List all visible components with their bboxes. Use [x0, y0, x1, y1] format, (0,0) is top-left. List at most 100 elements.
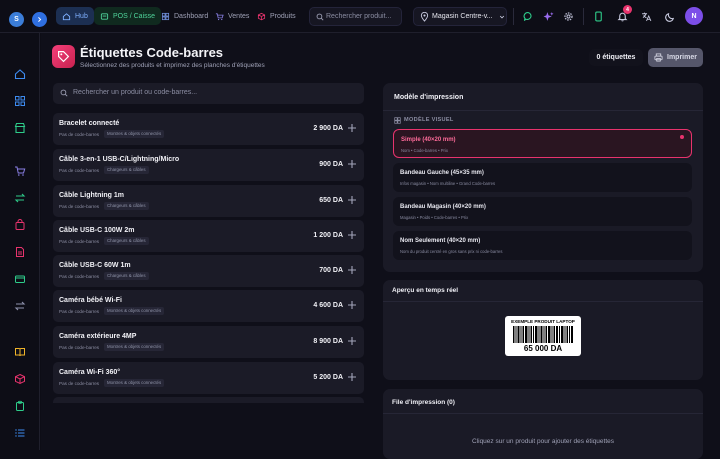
product-row[interactable]: Bracelet connecté Pas de code-barres Mon…	[53, 113, 364, 145]
translate-icon	[641, 12, 651, 21]
nav-hub[interactable]: Hub	[56, 7, 94, 25]
plus-icon[interactable]	[347, 123, 357, 133]
label-preview-name: EXEMPLE PRODUIT LAPTOP	[511, 319, 575, 324]
plus-icon[interactable]	[347, 336, 357, 346]
book-icon	[15, 348, 25, 357]
cart-icon	[15, 166, 26, 176]
product-row[interactable]: Câble Lightning 1m Pas de code-barres Ch…	[53, 185, 364, 217]
nav-dashboard[interactable]: Dashboard	[155, 7, 214, 25]
product-barcode-status: Pas de code-barres	[59, 168, 100, 173]
plus-icon[interactable]	[347, 159, 357, 169]
product-barcode-status: Pas de code-barres	[59, 239, 100, 244]
sidebar-item-list[interactable]	[14, 426, 26, 438]
ai-button[interactable]	[541, 9, 555, 23]
store-icon	[14, 122, 26, 134]
list-icon	[15, 429, 25, 437]
nav-ventes-label: Ventes	[228, 12, 250, 20]
model-option-bandeau-magasin[interactable]: Bandeau Magasin (40×20 mm) Magasin • Poi…	[393, 197, 692, 226]
sidebar-item-payments[interactable]	[14, 272, 26, 284]
device-button[interactable]	[591, 9, 605, 23]
divider	[513, 8, 514, 25]
sidebar-item-store[interactable]	[14, 121, 26, 134]
product-row[interactable]: Câble USB-C 60W 1m Pas de code-barres Ch…	[53, 255, 364, 287]
sidebar-item-purchases[interactable]	[14, 218, 26, 230]
product-row[interactable]: Caméra bébé Wi-Fi Pas de code-barres Mon…	[53, 290, 364, 322]
home-icon	[62, 12, 71, 20]
product-row[interactable]: Caméra Wi-Fi 360° Pas de code-barres Mon…	[53, 362, 364, 394]
global-search-placeholder: Rechercher produit...	[326, 13, 392, 20]
plus-icon[interactable]	[347, 372, 357, 382]
model-option-bandeau-gauche[interactable]: Bandeau Gauche (45×35 mm) Infos magasin …	[393, 163, 692, 192]
page-subtitle: Sélectionnez des produits et imprimez de…	[80, 62, 265, 69]
product-row-partial	[53, 397, 364, 403]
product-price: 650 DA	[319, 197, 343, 204]
barcode-icon	[513, 326, 573, 343]
product-row[interactable]: Câble 3-en-1 USB-C/Lightning/Micro Pas d…	[53, 149, 364, 181]
plus-icon[interactable]	[347, 265, 357, 275]
sidebar-item-dashboard[interactable]	[14, 94, 26, 106]
print-button[interactable]: Imprimer	[648, 48, 703, 67]
sidebar-item-sales[interactable]	[14, 164, 26, 176]
sidebar-item-catalog[interactable]	[14, 345, 26, 357]
sidebar-item-home[interactable]	[14, 67, 26, 80]
box-icon	[257, 12, 266, 20]
label-preview: EXEMPLE PRODUIT LAPTOP 65 000 DA	[505, 316, 581, 356]
chevron-right-icon	[38, 17, 42, 22]
settings-button[interactable]	[561, 9, 575, 23]
queue-divider	[383, 413, 703, 414]
nav-produits[interactable]: Produits	[251, 7, 302, 25]
sidebar-item-transfers[interactable]	[14, 191, 26, 203]
user-avatar-s[interactable]: S	[9, 12, 24, 27]
expand-sidebar-button[interactable]	[32, 12, 47, 27]
global-search-input[interactable]: Rechercher produit...	[309, 7, 402, 26]
plus-icon[interactable]	[347, 230, 357, 240]
product-name: Caméra bébé Wi-Fi	[59, 297, 122, 304]
print-queue-empty-text: Cliquez sur un produit pour ajouter des …	[471, 438, 614, 445]
user-avatar[interactable]: N	[685, 7, 703, 25]
chat-button[interactable]	[521, 9, 535, 23]
theme-toggle[interactable]	[663, 9, 677, 23]
sidebar	[0, 33, 40, 450]
preview-title: Aperçu en temps réel	[392, 287, 459, 294]
nav-pos[interactable]: POS / Caisse	[94, 7, 162, 25]
page-title: Étiquettes Code-barres	[80, 45, 224, 60]
print-queue-panel: File d'impression (0) Cliquez sur un pro…	[383, 389, 703, 459]
product-category-badge: Chargeurs & câbles	[104, 271, 149, 280]
sidebar-item-invoices[interactable]	[14, 245, 26, 257]
cart-icon	[215, 12, 224, 20]
product-barcode-status: Pas de code-barres	[59, 345, 100, 350]
layout-icon	[394, 117, 401, 124]
store-selector[interactable]: Magasin Centre-v...	[413, 7, 507, 26]
sidebar-item-inventory[interactable]	[14, 399, 26, 411]
nav-ventes[interactable]: Ventes	[209, 7, 255, 25]
dashboard-icon	[161, 12, 170, 20]
plus-icon[interactable]	[347, 300, 357, 310]
product-name: Caméra extérieure 4MP	[59, 333, 137, 340]
sparkles-icon	[543, 11, 554, 21]
product-price: 700 DA	[319, 267, 343, 274]
sidebar-item-exchange[interactable]	[14, 299, 26, 311]
store-selector-label: Magasin Centre-v...	[432, 13, 493, 20]
language-button[interactable]	[639, 9, 653, 23]
printer-icon	[654, 53, 663, 62]
product-name: Câble USB-C 100W 2m	[59, 227, 135, 234]
plus-icon[interactable]	[347, 195, 357, 205]
sidebar-item-products[interactable]	[14, 372, 26, 385]
product-price: 1 200 DA	[313, 232, 343, 239]
document-icon	[16, 247, 24, 257]
product-barcode-status: Pas de code-barres	[59, 274, 100, 279]
product-row[interactable]: Câble USB-C 100W 2m Pas de code-barres C…	[53, 220, 364, 252]
product-price: 4 600 DA	[313, 302, 343, 309]
product-search-input[interactable]: Rechercher un produit ou code-barres...	[53, 83, 364, 104]
product-category-badge: Montres & objets connectés	[104, 378, 165, 387]
model-option-simple[interactable]: Simple (40×20 mm) Nom • Code-barres • Pr…	[393, 129, 692, 158]
model-option-title: Bandeau Magasin (40×20 mm)	[400, 204, 486, 210]
box-icon	[15, 373, 25, 385]
model-option-nom-seulement[interactable]: Nom Seulement (40×20 mm) Nom du produit …	[393, 231, 692, 260]
product-row[interactable]: Caméra extérieure 4MP Pas de code-barres…	[53, 326, 364, 358]
product-name: Caméra Wi-Fi 360°	[59, 369, 121, 376]
visual-model-label: MODÈLE VISUEL	[404, 117, 454, 123]
product-name: Bracelet connecté	[59, 120, 120, 127]
nav-produits-label: Produits	[270, 12, 296, 20]
product-search-placeholder: Rechercher un produit ou code-barres...	[73, 89, 198, 96]
